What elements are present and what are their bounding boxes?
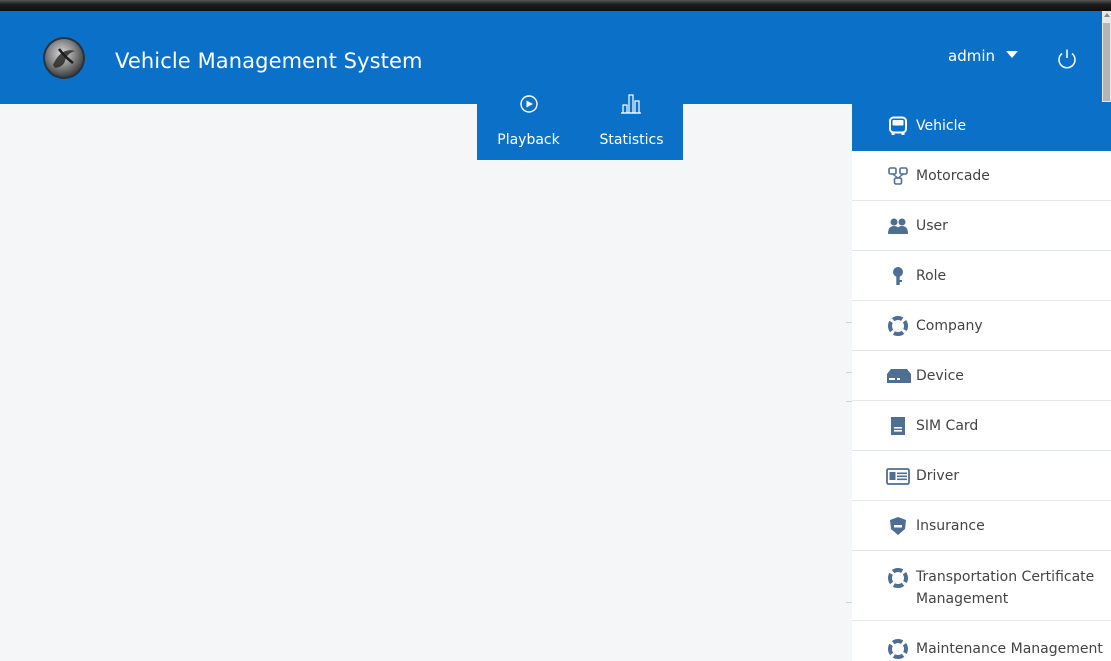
sidebar-item-label: User — [916, 218, 948, 234]
sidebar-item-label: Role — [916, 268, 947, 284]
key-icon — [893, 267, 903, 285]
id-card-icon — [886, 468, 910, 485]
bus-icon — [889, 116, 907, 135]
lifebuoy-icon — [888, 568, 908, 588]
sidebar-item-label: Vehicle — [916, 118, 967, 134]
user-dropdown[interactable]: admin — [948, 47, 1018, 65]
sidebar-item-driver[interactable]: Driver — [852, 451, 1111, 501]
sidebar-item-label: Company — [916, 318, 983, 334]
tab-playback-label: Playback — [497, 132, 560, 148]
caret-down-icon — [1005, 51, 1018, 58]
tab-statistics[interactable]: Statistics — [580, 94, 683, 160]
top-nav-tabs: Playback Statistics — [477, 94, 683, 160]
users-icon — [888, 218, 908, 234]
lifebuoy-icon — [888, 639, 908, 659]
bar-chart-icon — [621, 94, 641, 114]
play-circle-icon — [520, 95, 538, 113]
sim-card-icon — [891, 417, 905, 435]
sidebar-item-sim-card[interactable]: SIM Card — [852, 401, 1111, 451]
tab-playback[interactable]: Playback — [477, 95, 580, 160]
scroll-up-arrow-icon[interactable] — [1104, 13, 1110, 17]
app-header: Vehicle Management System admin — [0, 11, 1102, 104]
tab-statistics-label: Statistics — [599, 132, 664, 148]
sidebar-item-label: Driver — [916, 468, 960, 484]
sidebar-item-maintenance[interactable]: Maintenance Management — [852, 621, 1111, 661]
scrollbar-thumb[interactable] — [1103, 23, 1110, 101]
motorcade-icon — [888, 167, 908, 185]
globe-logo-icon — [43, 37, 85, 79]
sidebar-item-label: Insurance — [916, 518, 985, 534]
sidebar-item-user[interactable]: User — [852, 201, 1111, 251]
window-top-strip — [0, 0, 1111, 11]
sidebar-item-device[interactable]: Device — [852, 351, 1111, 401]
sidebar-item-label: Device — [916, 368, 964, 384]
sidebar-item-label: SIM Card — [916, 418, 979, 434]
app-title: Vehicle Management System — [115, 49, 423, 73]
shield-icon — [890, 517, 906, 535]
sidebar-item-label: Maintenance Management — [916, 641, 1103, 657]
sidebar-item-label: Motorcade — [916, 168, 990, 184]
sidebar-item-company[interactable]: Company — [852, 301, 1111, 351]
sidebar-item-label: Transportation Certificate Management — [916, 569, 1095, 607]
side-menu: Vehicle Motorcade User Role Company Devi… — [852, 102, 1111, 661]
sidebar-item-transportation-certificate[interactable]: Transportation Certificate Management — [852, 551, 1111, 621]
sidebar-item-motorcade[interactable]: Motorcade — [852, 151, 1111, 201]
lifebuoy-icon — [888, 316, 908, 336]
sidebar-item-role[interactable]: Role — [852, 251, 1111, 301]
username-label: admin — [948, 47, 995, 65]
sidebar-item-vehicle[interactable]: Vehicle — [852, 102, 1111, 151]
power-icon[interactable] — [1055, 47, 1079, 71]
scrollbar[interactable] — [1102, 11, 1111, 104]
sidebar-item-insurance[interactable]: Insurance — [852, 501, 1111, 551]
device-icon — [887, 369, 911, 383]
